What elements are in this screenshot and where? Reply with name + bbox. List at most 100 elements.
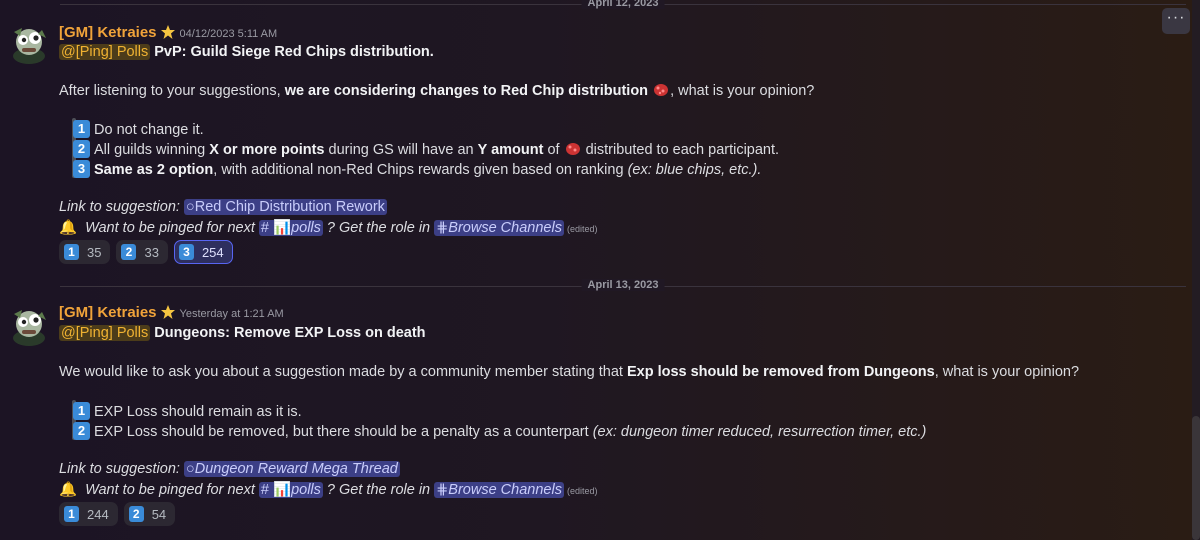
reaction-2[interactable]: 2 33	[116, 240, 168, 264]
keycap-1-icon: 1	[64, 244, 79, 260]
keycap-2-icon: 2	[73, 140, 90, 158]
poll-option: 1 Do not change it.	[73, 120, 204, 138]
browse-channels-link[interactable]: ⋕Browse Channels	[434, 482, 564, 498]
text: Want to be pinged for next	[85, 482, 259, 498]
text: distributed to each participant.	[581, 142, 780, 158]
reaction-3[interactable]: 3 254	[173, 240, 233, 264]
reaction-1[interactable]: 1 35	[59, 240, 111, 264]
keycap-2-icon: 2	[73, 422, 90, 440]
thread-link-label: Red Chip Distribution Rework	[194, 199, 385, 215]
text: EXP Loss should be removed, but there sh…	[94, 424, 593, 440]
author-name[interactable]: [GM] Ketraies	[59, 24, 157, 41]
reactions: 1 244 2 54	[59, 502, 176, 526]
scrollbar[interactable]	[1192, 0, 1200, 540]
italic-text: (ex: dungeon timer reduced, resurrection…	[592, 424, 927, 440]
bold-text: Same as 2 option	[94, 162, 214, 178]
suggestion-link-line: Link to suggestion: ○Red Chip Distributi…	[59, 199, 387, 215]
red-chip-icon	[654, 84, 669, 96]
reaction-2[interactable]: 2 54	[123, 502, 176, 526]
bell-icon: 🔔	[59, 482, 78, 498]
star-icon	[160, 305, 175, 319]
bold-text: X or more points	[209, 142, 325, 158]
bell-icon: 🔔	[59, 220, 78, 236]
date-divider-label: April 13, 2023	[581, 279, 665, 291]
message-paragraph: We would like to ask you about a suggest…	[59, 364, 1079, 380]
message-paragraph: After listening to your suggestions, we …	[59, 82, 814, 99]
thread-link-label: Dungeon Reward Mega Thread	[194, 461, 398, 477]
star-icon	[160, 25, 175, 39]
avatar[interactable]	[8, 22, 50, 64]
edited-tag: (edited)	[566, 486, 598, 496]
scrollbar-thumb[interactable]	[1192, 416, 1200, 540]
option-text: Do not change it.	[94, 122, 204, 138]
text: Want to be pinged for next	[85, 220, 259, 236]
thread-link[interactable]: ○Red Chip Distribution Rework	[183, 199, 387, 215]
avatar[interactable]	[8, 304, 50, 346]
message-title: Dungeons: Remove EXP Loss on death	[154, 325, 426, 341]
text: , what is your opinion?	[670, 83, 815, 99]
text: , with additional non-Red Chips rewards …	[213, 162, 628, 178]
edited-tag: (edited)	[566, 224, 598, 234]
browse-channels-link[interactable]: ⋕Browse Channels	[434, 220, 564, 236]
ping-role-line: 🔔 Want to be pinged for next # 📊polls ? G…	[59, 481, 597, 498]
reaction-1[interactable]: 1 244	[59, 502, 118, 526]
red-chip-icon	[565, 143, 580, 155]
text: All guilds winning	[94, 142, 210, 158]
reaction-count: 244	[87, 506, 109, 522]
thread-link[interactable]: ○Dungeon Reward Mega Thread	[183, 461, 400, 477]
bold-text: Y amount	[477, 142, 544, 158]
thread-icon: ○	[185, 199, 195, 215]
text: during GS will have an	[324, 142, 478, 158]
keycap-2-icon: 2	[121, 244, 137, 260]
hash-icon: # 📊	[260, 482, 292, 498]
bold-text: Exp loss should be removed from Dungeons	[626, 364, 935, 380]
keycap-2-icon: 2	[128, 506, 144, 522]
browse-channels-label: Browse Channels	[448, 220, 562, 236]
link-label: Link to suggestion:	[59, 461, 184, 477]
keycap-1-icon: 1	[73, 402, 90, 420]
reaction-count: 254	[201, 244, 224, 260]
poll-option: 3 Same as 2 option, with additional non-R…	[73, 160, 761, 178]
message-title: PvP: Guild Siege Red Chips distribution.	[154, 44, 434, 60]
text: , what is your opinion?	[934, 364, 1080, 380]
option-text: EXP Loss should remain as it is.	[94, 404, 302, 420]
message: [GM] Ketraies 04/12/2023 5:11 AM @[Ping] …	[0, 22, 1200, 272]
date-divider: April 13, 2023	[60, 279, 1186, 291]
keycap-1-icon: 1	[64, 506, 79, 522]
suggestion-link-line: Link to suggestion: ○Dungeon Reward Mega…	[59, 461, 400, 477]
role-mention[interactable]: @[Ping] Polls	[59, 325, 151, 341]
message: [GM] Ketraies Yesterday at 1:21 AM @[Ping…	[0, 304, 1200, 534]
bold-text: we are considering changes to Red Chip d…	[284, 83, 649, 99]
reaction-count: 54	[151, 506, 167, 522]
poll-option: 2 All guilds winning X or more points dur…	[73, 140, 779, 158]
keycap-3-icon: 3	[73, 160, 90, 178]
poll-option: 2 EXP Loss should be removed, but there s…	[73, 422, 926, 440]
text: ? Get the role in	[322, 220, 435, 236]
thread-icon: ○	[185, 461, 195, 477]
date-divider: April 12, 2023	[60, 0, 1186, 9]
text: We would like to ask you about a suggest…	[59, 364, 627, 380]
reaction-count: 33	[144, 244, 159, 260]
browse-channels-label: Browse Channels	[448, 482, 562, 498]
keycap-1-icon: 1	[73, 120, 90, 138]
browse-channels-icon: ⋕	[436, 482, 449, 498]
channel-mention-polls[interactable]: # 📊polls	[258, 482, 323, 498]
reactions: 1 35 2 33 3 254	[59, 240, 233, 264]
timestamp: 04/12/2023 5:11 AM	[179, 28, 278, 40]
poll-option: 1 EXP Loss should remain as it is.	[73, 402, 302, 420]
timestamp: Yesterday at 1:21 AM	[179, 308, 284, 320]
italic-text: (ex: blue chips, etc.).	[627, 162, 762, 178]
channel-name: polls	[291, 482, 321, 498]
text: ? Get the role in	[322, 482, 435, 498]
date-divider-label: April 12, 2023	[581, 0, 665, 9]
hash-icon: # 📊	[260, 220, 292, 236]
author-name[interactable]: [GM] Ketraies	[59, 304, 157, 321]
channel-mention-polls[interactable]: # 📊polls	[258, 220, 323, 236]
role-mention[interactable]: @[Ping] Polls	[59, 44, 151, 60]
ping-role-line: 🔔 Want to be pinged for next # 📊polls ? G…	[59, 219, 597, 236]
link-label: Link to suggestion:	[59, 199, 184, 215]
channel-name: polls	[291, 220, 321, 236]
keycap-3-icon: 3	[178, 244, 194, 260]
reaction-count: 35	[87, 244, 102, 260]
text: After listening to your suggestions,	[59, 83, 285, 99]
